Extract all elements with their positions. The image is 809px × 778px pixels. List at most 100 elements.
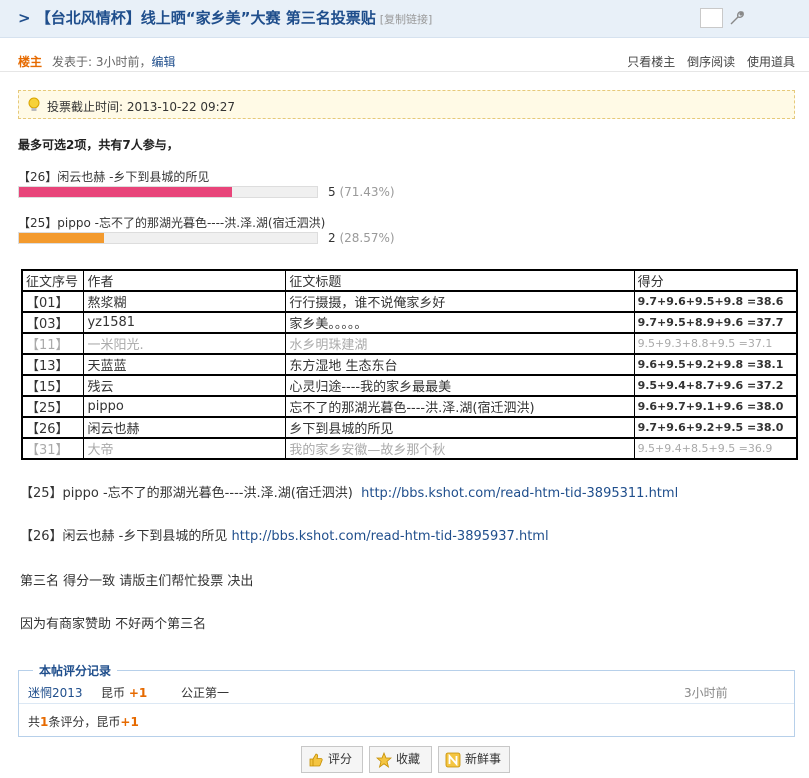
entry-id-cell: 【13】 xyxy=(21,353,85,376)
wrench-icon[interactable] xyxy=(728,9,746,27)
column-header: 征文标题 xyxy=(285,269,635,292)
poll-option-bar xyxy=(18,186,318,198)
table-row: 【11】 一米阳光. 水乡明珠建湖 9.5+9.3+8.8+9.5 =37.1 xyxy=(21,332,798,355)
table-header-row: 征文序号 作者 征文标题 得分 xyxy=(21,269,798,292)
coin-value: +1 xyxy=(128,686,148,700)
poll-bar-fill xyxy=(19,187,232,197)
post-author-bar: 楼主 发表于: 3小时前，编辑 只看楼主 倒序阅读 使用道具 xyxy=(0,48,809,72)
entry-link[interactable]: http://bbs.kshot.com/read-htm-tid-389531… xyxy=(361,486,678,501)
title-cell: 我的家乡安徽—故乡那个秋 xyxy=(285,437,635,460)
author-cell: yz1581 xyxy=(83,311,287,334)
score-cell: 9.5+9.3+8.8+9.5 =37.1 xyxy=(633,332,798,355)
edit-link[interactable]: 编辑 xyxy=(152,55,176,69)
summary-value: +1 xyxy=(120,715,139,729)
poll-option-result: 5 (71.43%) xyxy=(328,185,395,199)
lightbulb-icon xyxy=(28,97,40,111)
title-cell: 心灵归途----我的家乡最最美 xyxy=(285,374,635,397)
post-paragraph: 第三名 得分一致 请版主们帮忙投票 决出 xyxy=(20,574,254,589)
column-header: 得分 xyxy=(633,269,798,292)
copy-link[interactable]: [复制链接] xyxy=(380,13,433,26)
score-cell: 9.5+9.4+8.7+9.6 =37.2 xyxy=(633,374,798,397)
rating-legend: 本帖评分记录 xyxy=(33,662,118,679)
poll-bar-fill xyxy=(19,233,105,243)
title-bar: > 【台北风情杯】线上晒“家乡美”大赛 第三名投票贴 [复制链接] xyxy=(0,0,809,38)
table-row: 【13】 天蓝蓝 东方湿地 生态东台 9.6+9.5+9.2+9.8 =38.1 xyxy=(21,353,798,376)
column-header: 征文序号 xyxy=(21,269,85,292)
entry-id-cell: 【26】 xyxy=(21,416,85,439)
rating-record-box: 本帖评分记录 迷惘2013 昆币 +1 公正第一 3小时前 共1条评分，昆币+1 xyxy=(18,662,795,737)
entry-id-cell: 【31】 xyxy=(21,437,85,460)
title-cell: 行行摄摄，谁不说俺家乡好 xyxy=(285,290,635,313)
use-item-link[interactable]: 使用道具 xyxy=(747,55,795,69)
post-paragraph: 【25】pippo -忘不了的那湖光暮色----洪.泽.湖(宿迁泗洪) http… xyxy=(20,482,678,501)
poll-count: 5 xyxy=(328,185,336,199)
author-cell: 闲云也赫 xyxy=(83,416,287,439)
table-row: 【03】 yz1581 家乡美。。。。。 9.7+9.5+8.9+9.6 =37.7 xyxy=(21,311,798,334)
score-table: 征文序号 作者 征文标题 得分 【01】 熬浆糊 行行摄摄，谁不说俺家乡好 9.7+9… xyxy=(21,269,798,460)
poll-heading: 最多可选2项，共有7人参与， xyxy=(18,138,179,152)
thumbs-up-icon xyxy=(309,753,323,767)
score-cell: 9.7+9.6+9.5+9.8 =38.6 xyxy=(633,290,798,313)
score-cell: 9.7+9.5+8.9+9.6 =37.7 xyxy=(633,311,798,334)
only-author-link[interactable]: 只看楼主 xyxy=(627,55,675,69)
post-tools: 只看楼主 倒序阅读 使用道具 xyxy=(619,53,795,70)
rate-button[interactable]: 评分 xyxy=(301,746,363,773)
entry-id-cell: 【25】 xyxy=(21,395,85,418)
title-cell: 水乡明珠建湖 xyxy=(285,332,635,355)
entry-id-cell: 【03】 xyxy=(21,311,85,334)
poll-option-label: 【26】闲云也赫 -乡下到县城的所见 xyxy=(18,170,210,184)
entry-link[interactable]: http://bbs.kshot.com/read-htm-tid-389593… xyxy=(232,529,549,544)
column-header: 作者 xyxy=(83,269,287,292)
rating-coin: 昆币 +1 xyxy=(101,684,147,701)
summary-prefix: 共 xyxy=(28,715,41,729)
thread-starter-label: 楼主 xyxy=(18,55,43,69)
poll-count: 2 xyxy=(328,231,336,245)
title-cell: 东方湿地 生态东台 xyxy=(285,353,635,376)
favorite-button[interactable]: 收藏 xyxy=(369,746,432,773)
rating-row: 迷惘2013 昆币 +1 公正第一 3小时前 xyxy=(19,682,794,704)
entry-id-cell: 【15】 xyxy=(21,374,85,397)
post-meta: 发表于: 3小时前，编辑 xyxy=(52,53,176,70)
poll-percent: (28.57%) xyxy=(339,231,395,245)
coin-label: 昆币 xyxy=(101,686,126,700)
author-cell: 天蓝蓝 xyxy=(83,353,287,376)
author-cell: 残云 xyxy=(83,374,287,397)
select-checkbox[interactable] xyxy=(700,8,723,28)
table-row: 【26】 闲云也赫 乡下到县城的所见 9.7+9.6+9.2+9.5 =38.0 xyxy=(21,416,798,439)
reverse-order-link[interactable]: 倒序阅读 xyxy=(687,55,735,69)
entry-id-cell: 【11】 xyxy=(21,332,85,355)
score-cell: 9.5+9.4+8.5+9.5 =36.9 xyxy=(633,437,798,460)
summary-mid: 条评分，昆币 xyxy=(48,715,121,729)
score-table-body: 【01】 熬浆糊 行行摄摄，谁不说俺家乡好 9.7+9.6+9.5+9.8 =38.6… xyxy=(21,290,798,460)
rating-summary: 共1条评分，昆币+1 xyxy=(28,713,139,730)
score-cell: 9.6+9.7+9.1+9.6 =38.0 xyxy=(633,395,798,418)
table-row: 【31】 大帝 我的家乡安徽—故乡那个秋 9.5+9.4+8.5+9.5 =36.9 xyxy=(21,437,798,460)
author-cell: 熬浆糊 xyxy=(83,290,287,313)
table-row: 【15】 残云 心灵归途----我的家乡最最美 9.5+9.4+8.7+9.6 =37… xyxy=(21,374,798,397)
rater-name[interactable]: 迷惘2013 xyxy=(28,684,83,701)
score-cell: 9.7+9.6+9.2+9.5 =38.0 xyxy=(633,416,798,439)
author-cell: 一米阳光. xyxy=(83,332,287,355)
poll-option-bar xyxy=(18,232,318,244)
favorite-label: 收藏 xyxy=(396,752,421,766)
entry-text: 【25】pippo -忘不了的那湖光暮色----洪.泽.湖(宿迁泗洪) xyxy=(20,486,353,501)
news-label: 新鲜事 xyxy=(465,752,502,766)
news-button[interactable]: 新鲜事 xyxy=(438,746,510,773)
rating-reason: 公正第一 xyxy=(181,686,230,700)
poll-option-label: 【25】pippo -忘不了的那湖光暮色----洪.泽.湖(宿迁泗洪) xyxy=(18,216,326,230)
author-cell: 大帝 xyxy=(83,437,287,460)
post-paragraph: 【26】闲云也赫 -乡下到县城的所见 http://bbs.kshot.com/… xyxy=(20,525,549,544)
table-row: 【25】 pippo 忘不了的那湖光暮色----洪.泽.湖(宿迁泗洪) 9.6+9.7… xyxy=(21,395,798,418)
title-cell: 忘不了的那湖光暮色----洪.泽.湖(宿迁泗洪) xyxy=(285,395,635,418)
post-paragraph: 因为有商家赞助 不好两个第三名 xyxy=(20,617,207,632)
title-cell: 乡下到县城的所见 xyxy=(285,416,635,439)
deadline-text: 投票截止时间: 2013-10-22 09:27 xyxy=(47,100,235,114)
rating-time: 3小时前 xyxy=(684,686,728,700)
vote-deadline-banner: 投票截止时间: 2013-10-22 09:27 xyxy=(18,90,795,119)
posted-time: 发表于: 3小时前， xyxy=(52,55,152,69)
poll-option-result: 2 (28.57%) xyxy=(328,231,395,245)
poll-percent: (71.43%) xyxy=(339,185,395,199)
table-row: 【01】 熬浆糊 行行摄摄，谁不说俺家乡好 9.7+9.6+9.5+9.8 =38.6 xyxy=(21,290,798,313)
entry-id-cell: 【01】 xyxy=(21,290,85,313)
star-icon xyxy=(376,752,392,768)
